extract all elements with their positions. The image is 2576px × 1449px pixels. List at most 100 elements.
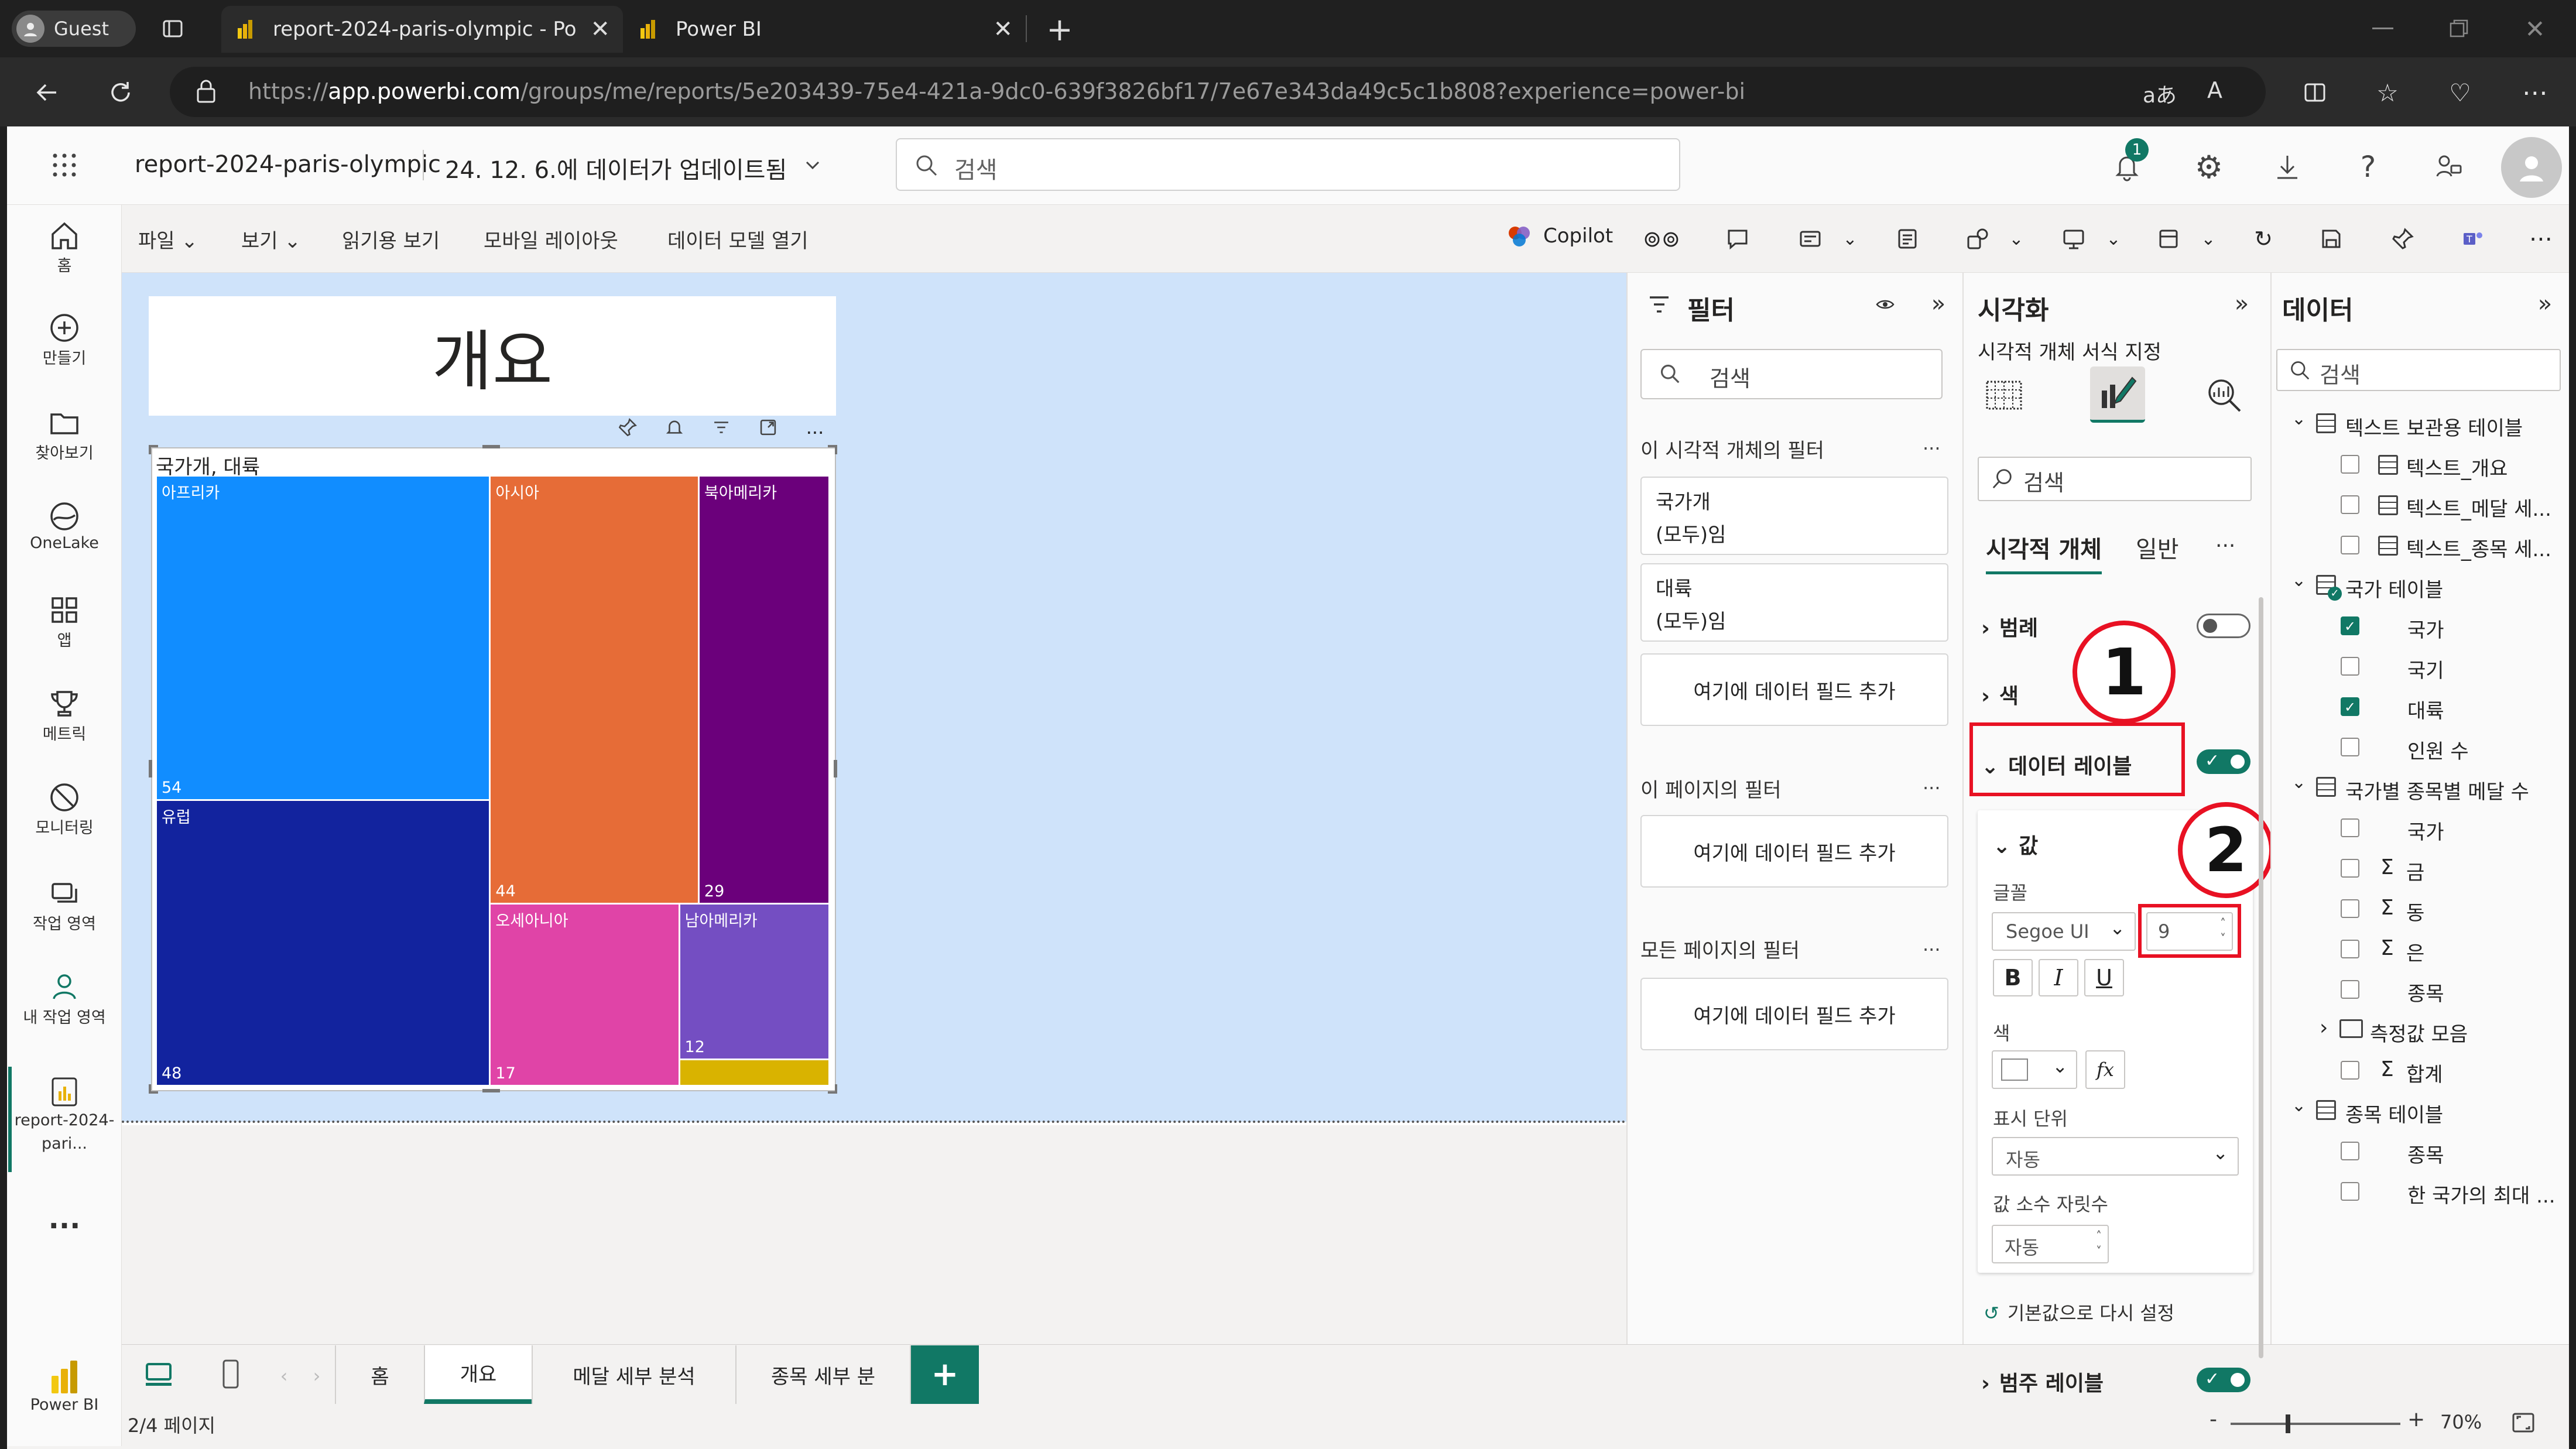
- section-more-icon[interactable]: ...: [1923, 432, 1941, 454]
- field-item[interactable]: 인원 수: [2270, 728, 2569, 769]
- resize-handle[interactable]: [149, 445, 158, 454]
- alert-bell-icon[interactable]: [658, 413, 691, 441]
- split-screen-icon[interactable]: [2297, 75, 2332, 110]
- browser-tab-report[interactable]: report-2024-paris-olympic - Pow ✕: [221, 6, 623, 53]
- treemap-tile[interactable]: 유럽 48: [157, 801, 489, 1085]
- chevron-down-icon[interactable]: ⌄: [2102, 225, 2125, 253]
- treemap-tile[interactable]: 오세아니아 17: [491, 905, 679, 1085]
- folder-node[interactable]: › 측정값 모음: [2270, 1011, 2569, 1051]
- summary-icon[interactable]: [1891, 222, 1924, 255]
- add-page-button[interactable]: +: [911, 1345, 979, 1404]
- field-checkbox[interactable]: [2341, 1061, 2359, 1080]
- nav-monitoring[interactable]: 모니터링: [7, 780, 122, 838]
- treemap-tile[interactable]: 아시아 44: [491, 477, 698, 903]
- data-labels-toggle[interactable]: ✓: [2197, 749, 2250, 774]
- browser-essentials-icon[interactable]: ♡: [2443, 75, 2478, 110]
- browser-tab-powerbi[interactable]: Power BI ✕: [624, 6, 1026, 53]
- desktop-layout-icon[interactable]: [138, 1357, 179, 1392]
- settings-gear-icon[interactable]: ⚙: [2188, 146, 2229, 187]
- field-checkbox[interactable]: [2341, 818, 2359, 837]
- save-icon[interactable]: [2315, 222, 2348, 255]
- resize-handle[interactable]: [828, 445, 837, 454]
- spinner-icon[interactable]: ˄ ˅: [2096, 1228, 2102, 1259]
- resize-handle[interactable]: [482, 1089, 500, 1092]
- read-aloud-icon[interactable]: A: [2207, 77, 2222, 103]
- menu-reading-view[interactable]: 읽기용 보기: [342, 225, 440, 254]
- zoom-in-icon[interactable]: +: [2407, 1407, 2425, 1431]
- field-item[interactable]: Σ금: [2270, 849, 2569, 890]
- resize-handle[interactable]: [834, 760, 837, 777]
- nav-powerbi-brand[interactable]: Power BI: [7, 1358, 122, 1414]
- fit-to-page-icon[interactable]: [2508, 1407, 2539, 1438]
- section-more-icon[interactable]: ...: [1923, 772, 1941, 794]
- profile-button[interactable]: Guest: [12, 11, 136, 47]
- field-item[interactable]: 텍스트_개요: [2270, 446, 2569, 486]
- restore-icon[interactable]: [2441, 14, 2476, 43]
- visual-more-icon[interactable]: ...: [799, 413, 831, 441]
- field-checkbox[interactable]: ✓: [2341, 616, 2359, 635]
- field-checkbox[interactable]: [2341, 657, 2359, 676]
- nav-more[interactable]: ...: [7, 1203, 122, 1235]
- close-tab-icon[interactable]: ✕: [590, 16, 610, 43]
- table-node[interactable]: ⌄ 종목 테이블: [2270, 1092, 2569, 1132]
- new-tab-icon[interactable]: +: [1043, 11, 1076, 48]
- fx-button[interactable]: fx: [2085, 1050, 2125, 1089]
- binoculars-icon[interactable]: ⊚⊚: [1643, 222, 1680, 255]
- menu-open-data-model[interactable]: 데이터 모델 열기: [667, 225, 809, 254]
- resize-handle[interactable]: [828, 1084, 837, 1094]
- back-icon[interactable]: [29, 75, 64, 110]
- field-item[interactable]: 텍스트_메달 세...: [2270, 486, 2569, 526]
- page-tab-overview[interactable]: 개요: [424, 1345, 532, 1404]
- nav-current-report[interactable]: report-2024-pari...: [7, 1074, 122, 1156]
- report-name[interactable]: report-2024-paris-olympic: [135, 151, 441, 178]
- zoom-slider-thumb[interactable]: [2286, 1414, 2290, 1433]
- field-item[interactable]: 국가: [2270, 809, 2569, 849]
- view-icon[interactable]: [2152, 222, 2185, 255]
- chevron-down-icon[interactable]: ⌄: [1838, 225, 1862, 253]
- page-tab-medal-detail[interactable]: 메달 세부 분석: [532, 1345, 735, 1404]
- nav-metrics[interactable]: 메트릭: [7, 686, 122, 744]
- next-page-icon[interactable]: ›: [308, 1364, 326, 1388]
- table-node[interactable]: ⌄ 텍스트 보관용 테이블: [2270, 405, 2569, 446]
- reset-defaults-link[interactable]: ↺ 기본값으로 다시 설정: [1984, 1299, 2174, 1325]
- translate-icon[interactable]: aあ: [2143, 78, 2177, 109]
- prev-page-icon[interactable]: ‹: [275, 1364, 293, 1388]
- menu-file[interactable]: 파일 ⌄: [138, 225, 198, 254]
- feedback-icon[interactable]: [2428, 146, 2469, 187]
- add-page-filter-dropzone[interactable]: 여기에 데이터 필드 추가: [1640, 815, 1948, 888]
- pin-visual-icon[interactable]: [611, 413, 644, 441]
- category-labels-section-header[interactable]: › 범주 레이블: [1981, 1366, 2104, 1397]
- treemap-visual[interactable]: 국가개, 대륙 아프리카 54 유럽 48 아시아 44 북아메리카 29 오세아니아 17 남아메…: [151, 447, 836, 1091]
- field-item[interactable]: ✓ 대륙: [2270, 688, 2569, 728]
- add-visual-filter-dropzone[interactable]: 여기에 데이터 필드 추가: [1640, 653, 1948, 726]
- collapse-filters-icon[interactable]: »: [1926, 290, 1951, 317]
- nav-my-workspace[interactable]: 내 작업 영역: [7, 970, 122, 1027]
- collapse-viz-icon[interactable]: »: [2229, 290, 2254, 317]
- comment-icon[interactable]: [1721, 222, 1754, 255]
- menu-view[interactable]: 보기 ⌄: [241, 225, 301, 254]
- build-visual-icon[interactable]: [1978, 369, 2030, 422]
- menu-mobile-layout[interactable]: 모바일 레이아웃: [484, 225, 618, 254]
- font-family-select[interactable]: Segoe UI ⌄: [1992, 912, 2136, 951]
- page-tab-event-detail[interactable]: 종목 세부 분: [735, 1345, 911, 1404]
- close-tab-icon[interactable]: ✕: [993, 16, 1013, 43]
- color-section-header[interactable]: › 색: [1981, 679, 2019, 710]
- tab-actions-icon[interactable]: [158, 14, 187, 43]
- bold-button[interactable]: B: [1993, 959, 2033, 996]
- field-item[interactable]: 한 국가의 최대 ...: [2270, 1173, 2569, 1213]
- legend-section-header[interactable]: › 범례: [1981, 611, 2038, 642]
- color-picker[interactable]: ⌄: [1992, 1050, 2077, 1089]
- field-item[interactable]: 종목: [2270, 1132, 2569, 1173]
- zoom-out-icon[interactable]: -: [2210, 1407, 2217, 1431]
- filter-card-country[interactable]: 국가개 (모두)임: [1640, 477, 1948, 555]
- refresh-visual-icon[interactable]: ↻: [2247, 222, 2280, 255]
- resize-handle[interactable]: [149, 760, 152, 777]
- format-more-icon[interactable]: ...: [2215, 528, 2235, 552]
- eye-icon[interactable]: [1871, 293, 1899, 316]
- category-labels-toggle[interactable]: ✓: [2197, 1368, 2250, 1392]
- viz-pane-scrollbar[interactable]: [2259, 597, 2263, 1358]
- tab-visual[interactable]: 시각적 개체: [1986, 530, 2102, 574]
- add-all-pages-filter-dropzone[interactable]: 여기에 데이터 필드 추가: [1640, 978, 1948, 1050]
- chevron-down-icon[interactable]: [801, 153, 824, 177]
- favorites-icon[interactable]: ☆: [2370, 75, 2405, 110]
